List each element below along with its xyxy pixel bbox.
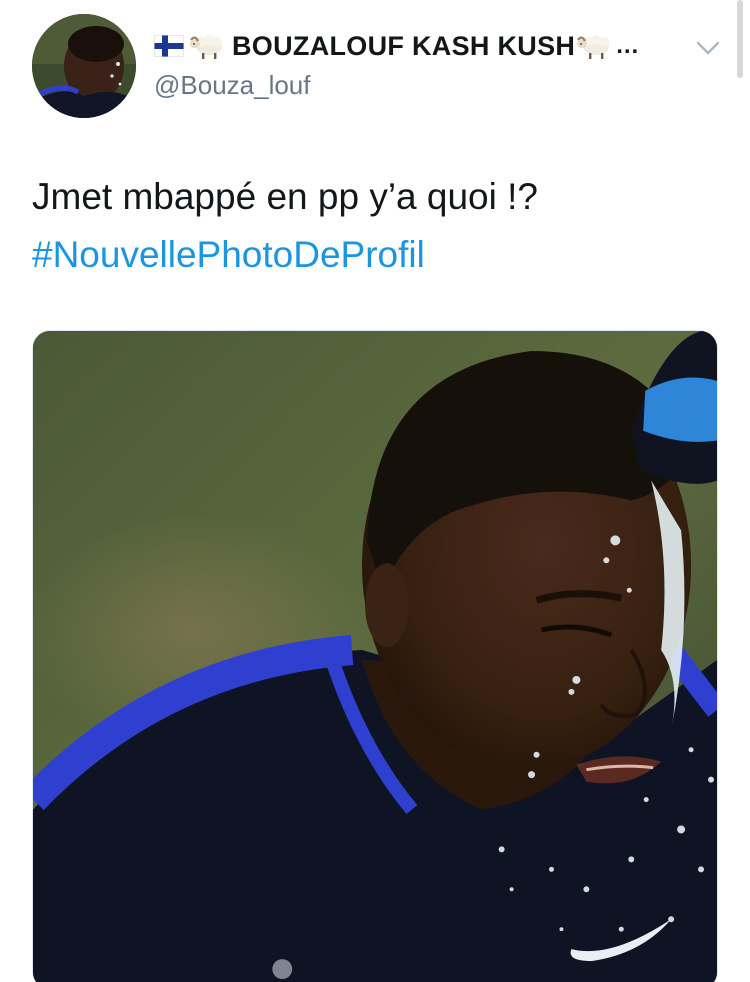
scrollbar[interactable] bbox=[737, 0, 743, 78]
photo-icon bbox=[33, 331, 717, 982]
flag-finland-icon bbox=[153, 34, 185, 58]
avatar-image bbox=[32, 14, 136, 118]
sheep-icon bbox=[575, 31, 613, 61]
tweet-card[interactable]: BOUZALOUF KASH KUSH … @Bouza_louf Jmet m… bbox=[0, 0, 750, 982]
author-display-name[interactable]: BOUZALOUF KASH KUSH bbox=[232, 31, 575, 62]
hashtag-link[interactable]: #NouvellePhotoDeProfil bbox=[32, 226, 722, 284]
tweet-text-block: Jmet mbappé en pp y’a quoi !? #NouvelleP… bbox=[32, 168, 722, 284]
tweet-text: Jmet mbappé en pp y’a quoi !? bbox=[32, 176, 538, 217]
tweet-header: BOUZALOUF KASH KUSH … @Bouza_louf bbox=[153, 28, 684, 102]
author-name-row[interactable]: BOUZALOUF KASH KUSH … bbox=[153, 28, 684, 64]
name-truncation: … bbox=[615, 32, 640, 59]
chevron-down-icon[interactable] bbox=[692, 36, 724, 60]
avatar[interactable] bbox=[32, 14, 136, 118]
sheep-icon bbox=[188, 31, 226, 61]
author-handle[interactable]: @Bouza_louf bbox=[154, 68, 684, 102]
tweet-media-photo[interactable] bbox=[32, 330, 718, 982]
